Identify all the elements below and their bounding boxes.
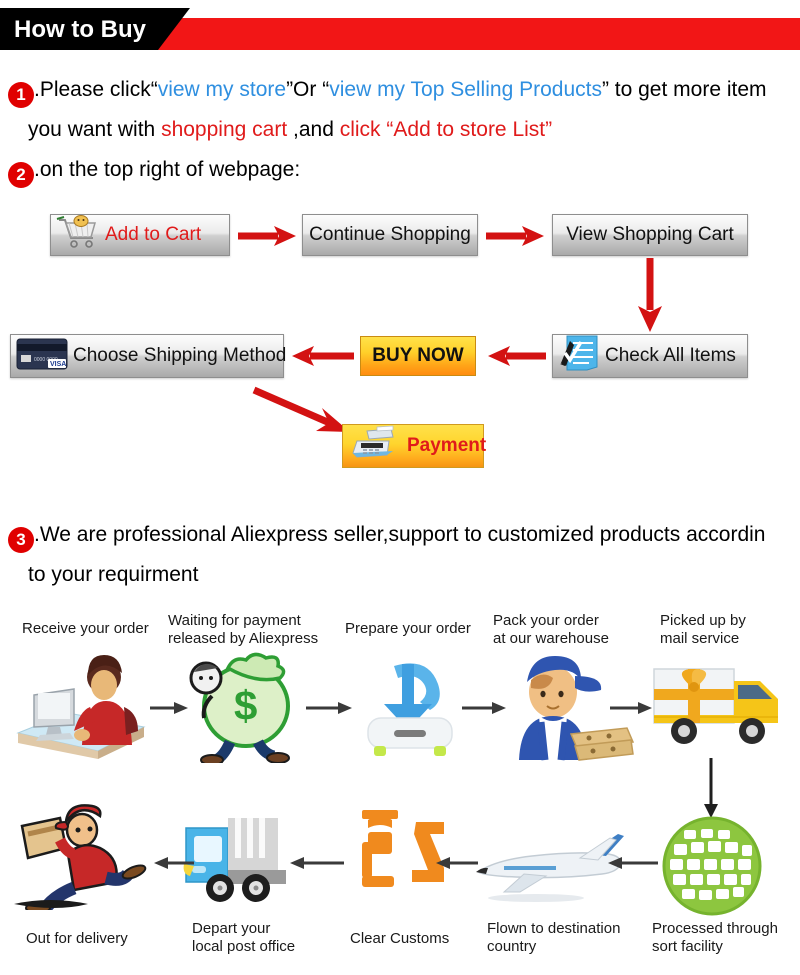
ship-arrow-3 [462, 700, 508, 721]
ship-step-label-flown-to-destination: Flown to destination country [487, 920, 621, 955]
shopping-cart-text: shopping cart [161, 118, 288, 141]
ship-step-label-out-for-delivery: Out for delivery [26, 930, 128, 947]
cash-register-icon [347, 423, 403, 469]
header-red-bar [155, 30, 800, 50]
ship-step-label-picked-up: Picked up by mail service [660, 612, 746, 647]
ship-arrow-8 [606, 855, 658, 876]
step-1-line-1: 1 .Please click“view my store”Or “view my… [8, 70, 767, 110]
ship-arrow-5 [152, 855, 194, 876]
choose-shipping-method-button[interactable]: 0000 0000 VISA Choose Shipping Method [10, 334, 287, 378]
delivery-truck-icon [648, 655, 790, 760]
step-1-text-c: ” to get more item [601, 78, 767, 101]
step-1-text-b: ”Or “ [286, 78, 330, 101]
ship-arrow-6 [288, 855, 344, 876]
ship-arrow-4 [610, 700, 654, 721]
buy-now-label: BUY NOW [372, 345, 464, 366]
add-to-store-list-text: click “Add to store List” [339, 118, 553, 141]
payment-label: Payment [407, 435, 487, 456]
step-3-line-2: to your requirment [28, 555, 198, 595]
step-2-number: 2 [8, 162, 34, 188]
running-courier-icon [8, 800, 158, 915]
ship-step-label-pack-order: Pack your order at our warehouse [493, 612, 609, 647]
continue-shopping-label: Continue Shopping [309, 224, 471, 245]
step-1-line2-text-a: you want with [28, 118, 162, 141]
arrow-checkall-to-buynow [484, 344, 546, 373]
view-my-store-link[interactable]: view my store [158, 78, 286, 101]
ship-arrow-7 [434, 855, 478, 876]
choose-shipping-method-label: Choose Shipping Method [73, 345, 287, 366]
step-3-line-1: 3 .We are professional Aliexpress seller,… [8, 515, 765, 555]
arrow-continue-to-viewcart [486, 224, 546, 253]
add-to-cart-label: Add to Cart [105, 224, 202, 245]
step-1-line2-text-b: ,and [287, 118, 340, 141]
buy-now-button[interactable]: BUY NOW [360, 336, 476, 376]
person-at-computer-icon [12, 655, 152, 765]
download-arrow-icon [350, 660, 470, 765]
ship-step-label-processed-sort-facility: Processed through sort facility [652, 920, 778, 955]
svg-text:VISA: VISA [50, 361, 66, 368]
payment-button[interactable]: Payment [342, 423, 487, 469]
view-shopping-cart-label: View Shopping Cart [566, 224, 734, 245]
arrow-viewcart-to-checkall [636, 258, 664, 339]
blue-truck-icon [182, 808, 302, 913]
credit-card-icon: 0000 0000 VISA [15, 335, 69, 377]
ship-arrow-1 [150, 700, 190, 721]
step-3-number: 3 [8, 527, 34, 553]
continue-shopping-button[interactable]: Continue Shopping [302, 214, 478, 256]
step-2-line: 2 .on the top right of webpage: [8, 150, 300, 190]
ship-step-label-clear-customs: Clear Customs [350, 930, 450, 947]
ship-step-label-receive-order: Receive your order [22, 620, 149, 637]
page-header-banner: How to Buy [0, 8, 800, 50]
step-3-text: .We are professional Aliexpress seller,s… [34, 523, 766, 546]
shopping-cart-icon [55, 214, 101, 256]
step-2-text: .on the top right of webpage: [34, 158, 301, 181]
step-3-text-line2: to your requirment [28, 563, 199, 586]
green-globe-icon [650, 816, 774, 921]
svg-text:$: $ [234, 682, 257, 729]
arrow-buynow-to-shipping [288, 344, 354, 373]
add-to-cart-button[interactable]: Add to Cart [50, 214, 230, 256]
money-bag-icon: $ [178, 648, 303, 768]
step-1-line-2: you want with shopping cart ,and click “… [28, 110, 552, 150]
view-shopping-cart-button[interactable]: View Shopping Cart [552, 214, 748, 256]
checklist-icon [557, 333, 601, 379]
airplane-icon [468, 830, 628, 909]
page-title: How to Buy [14, 16, 146, 43]
ship-step-label-prepare-order: Prepare your order [345, 620, 471, 637]
ship-step-label-waiting-payment: Waiting for payment released by Aliexpre… [168, 612, 319, 647]
ship-arrow-2 [306, 700, 354, 721]
ship-step-label-depart-post-office: Depart your local post office [192, 920, 296, 955]
arrow-add-to-continue [238, 224, 298, 253]
check-all-items-label: Check All Items [605, 345, 736, 366]
step-1-text-a: .Please click“ [34, 78, 158, 101]
view-my-top-selling-products-link[interactable]: view my Top Selling Products [329, 78, 602, 101]
check-all-items-button[interactable]: Check All Items [552, 334, 748, 378]
step-1-number: 1 [8, 82, 34, 108]
ship-arrow-down [702, 758, 720, 825]
